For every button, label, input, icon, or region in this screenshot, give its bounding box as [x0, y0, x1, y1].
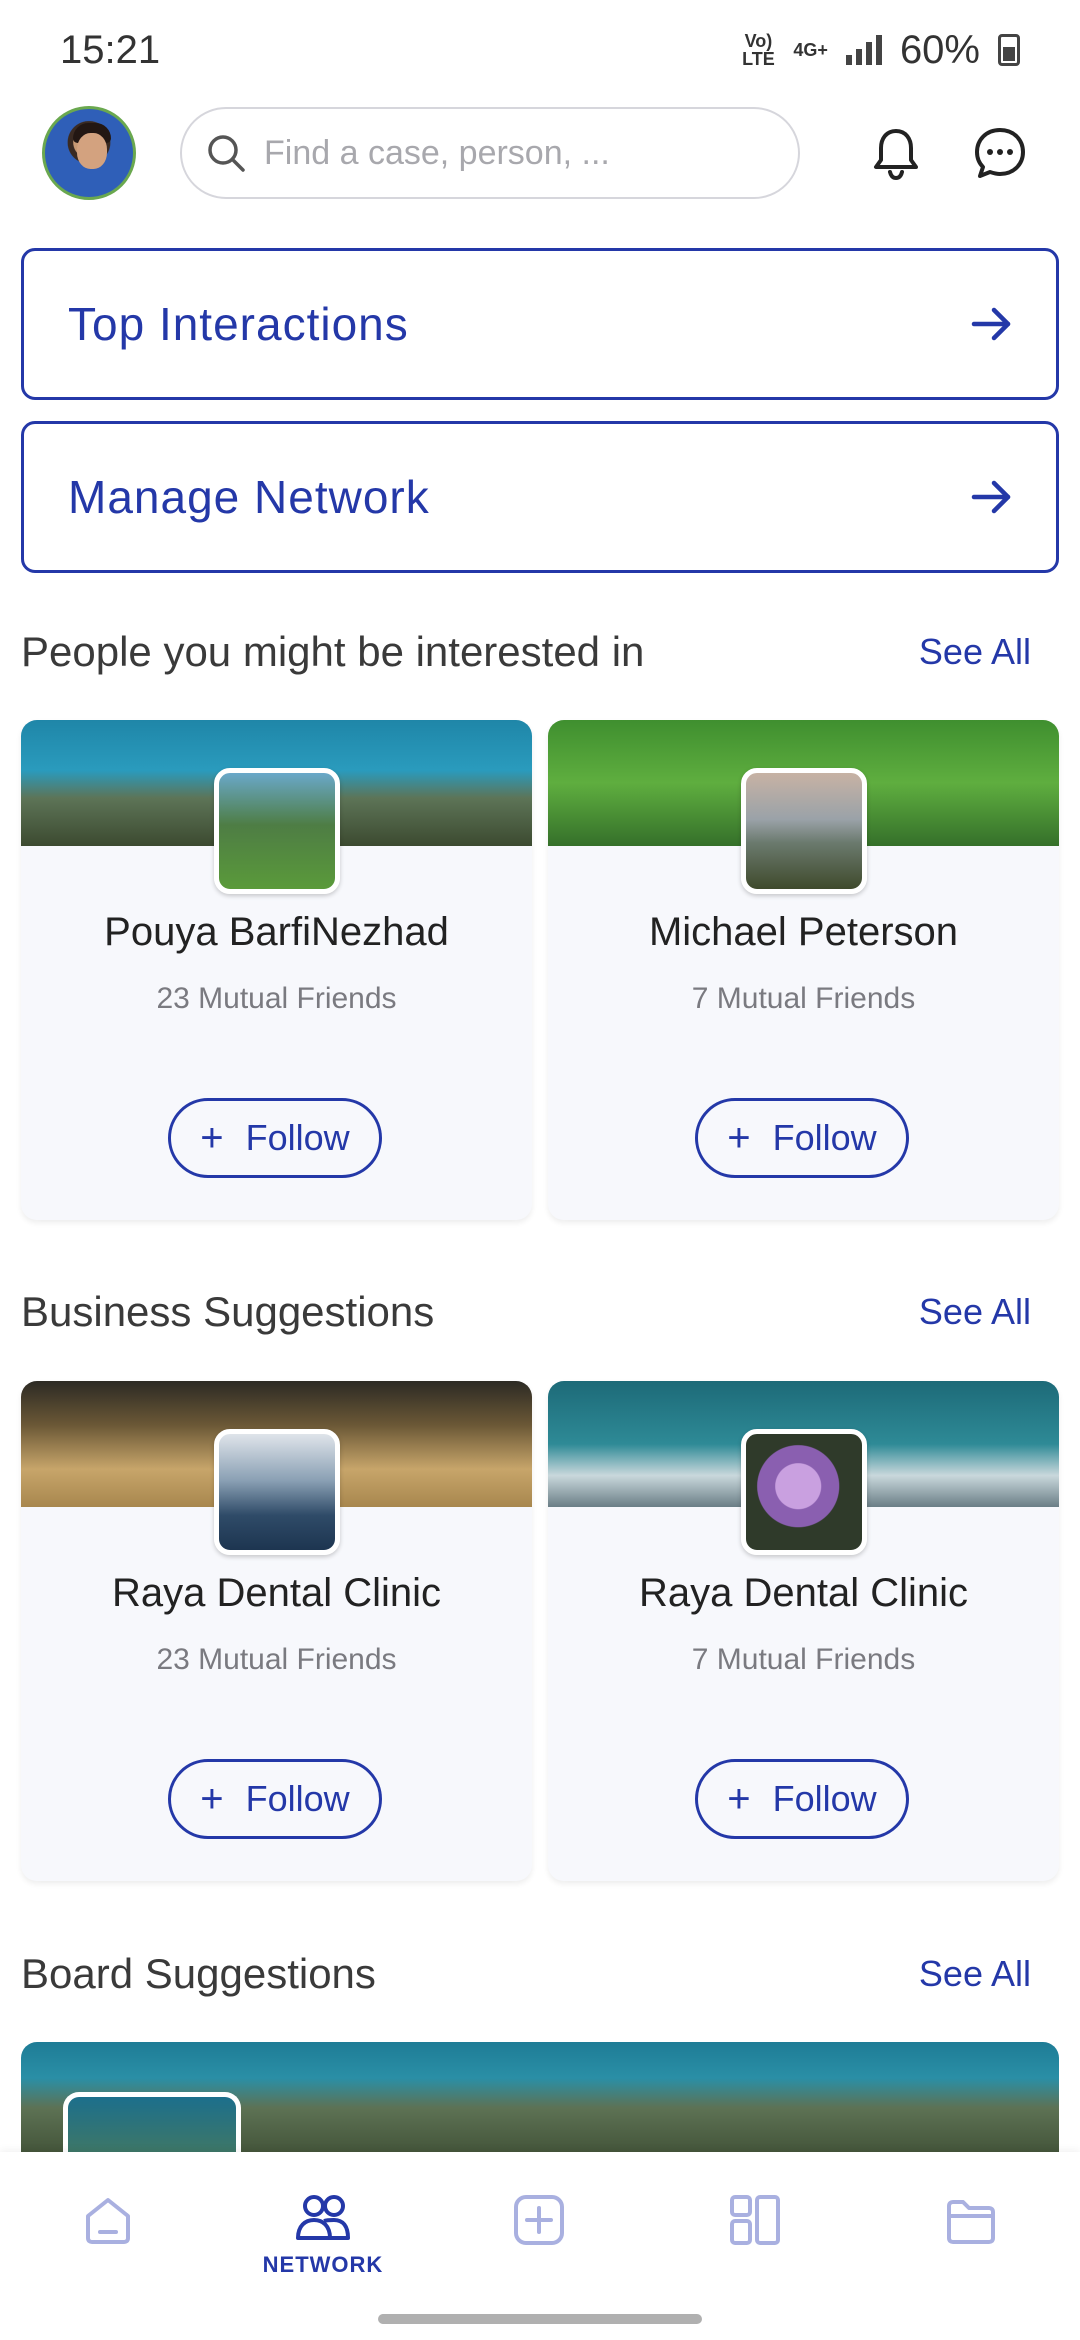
- top-interactions-label: Top Interactions: [68, 298, 409, 350]
- status-indicators: Vo) LTE 4G+ 60%: [741, 28, 1020, 73]
- person-name: Michael Peterson: [648, 910, 959, 954]
- add-icon: [514, 2195, 564, 2245]
- see-all-link[interactable]: See All: [919, 1291, 1031, 1333]
- manage-network-label: Manage Network: [68, 471, 430, 523]
- nav-add[interactable]: [479, 2192, 599, 2248]
- search-bar[interactable]: [180, 107, 800, 199]
- follow-button[interactable]: + Follow: [168, 1098, 382, 1178]
- follow-button[interactable]: + Follow: [695, 1759, 909, 1839]
- person-card[interactable]: Pouya BarfiNezhad 23 Mutual Friends + Fo…: [21, 720, 532, 1220]
- network-type-indicator: 4G+: [793, 40, 828, 60]
- business-name: Raya Dental Clinic: [638, 1571, 969, 1615]
- signal-icon: [845, 35, 882, 65]
- follow-label: Follow: [772, 1778, 877, 1819]
- person-name: Pouya BarfiNezhad: [104, 910, 449, 954]
- status-time: 15:21: [60, 27, 161, 72]
- battery-icon: [998, 34, 1020, 66]
- search-input[interactable]: [264, 133, 784, 173]
- manage-network-card[interactable]: Manage Network: [21, 421, 1059, 573]
- top-bar: [0, 105, 1080, 201]
- mutual-friends: 23 Mutual Friends: [156, 982, 397, 1015]
- nav-home[interactable]: [48, 2192, 168, 2248]
- business-image: [214, 1429, 340, 1555]
- plus-icon: +: [727, 1777, 751, 1821]
- mutual-friends: 7 Mutual Friends: [691, 982, 916, 1015]
- search-icon: [208, 135, 245, 172]
- chat-icon: [975, 128, 1025, 178]
- arrow-right-icon: [971, 480, 1011, 514]
- notifications-button[interactable]: [866, 123, 926, 183]
- business-card[interactable]: Raya Dental Clinic 23 Mutual Friends + F…: [21, 1381, 532, 1881]
- see-all-link[interactable]: See All: [919, 1953, 1031, 1995]
- follow-button[interactable]: + Follow: [168, 1759, 382, 1839]
- people-section-header: People you might be interested in See Al…: [21, 628, 1031, 676]
- business-section-header: Business Suggestions See All: [21, 1288, 1031, 1336]
- section-title: Business Suggestions: [21, 1288, 435, 1335]
- plus-icon: +: [200, 1777, 224, 1821]
- follow-label: Follow: [772, 1117, 877, 1158]
- see-all-link[interactable]: See All: [919, 631, 1031, 673]
- section-title: People you might be interested in: [21, 628, 645, 675]
- top-interactions-card[interactable]: Top Interactions: [21, 248, 1059, 400]
- nav-portfolio[interactable]: [911, 2192, 1031, 2248]
- dashboard-icon: [730, 2195, 780, 2245]
- mutual-friends: 23 Mutual Friends: [156, 1643, 397, 1676]
- network-icon: [296, 2195, 350, 2240]
- nav-network[interactable]: NETWORK: [263, 2192, 383, 2278]
- mutual-friends: 7 Mutual Friends: [691, 1643, 916, 1676]
- business-name: Raya Dental Clinic: [111, 1571, 442, 1615]
- plus-icon: +: [727, 1116, 751, 1160]
- profile-image: [214, 768, 340, 894]
- battery-percent: 60%: [899, 27, 980, 72]
- volte-indicator: Vo) LTE: [742, 31, 775, 69]
- board-card[interactable]: [21, 2042, 1059, 2162]
- status-bar: 15:21 Vo) LTE 4G+ 60%: [0, 0, 1080, 100]
- briefcase-icon: [947, 2200, 995, 2244]
- board-section-header: Board Suggestions See All: [21, 1950, 1031, 1998]
- avatar[interactable]: [42, 106, 136, 200]
- bottom-nav: NETWORK: [0, 2152, 1080, 2340]
- nav-network-label: NETWORK: [262, 2252, 384, 2277]
- profile-image: [741, 768, 867, 894]
- plus-icon: +: [200, 1116, 224, 1160]
- section-title: Board Suggestions: [21, 1950, 376, 1997]
- follow-label: Follow: [245, 1117, 350, 1158]
- bell-icon: [874, 129, 918, 181]
- home-indicator[interactable]: [378, 2314, 702, 2324]
- home-icon: [86, 2198, 130, 2244]
- messages-button[interactable]: [970, 123, 1030, 183]
- person-card[interactable]: Michael Peterson 7 Mutual Friends + Foll…: [548, 720, 1059, 1220]
- business-image: [741, 1429, 867, 1555]
- follow-button[interactable]: + Follow: [695, 1098, 909, 1178]
- follow-label: Follow: [245, 1778, 350, 1819]
- business-card[interactable]: Raya Dental Clinic 7 Mutual Friends + Fo…: [548, 1381, 1059, 1881]
- arrow-right-icon: [971, 307, 1011, 341]
- nav-boards[interactable]: [695, 2192, 815, 2248]
